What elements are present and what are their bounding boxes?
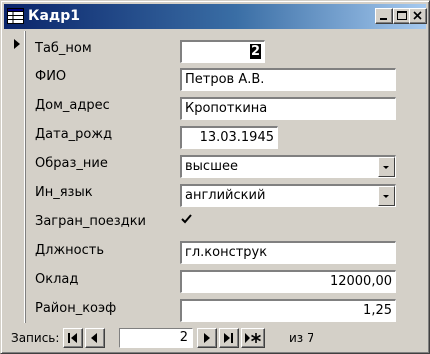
field-label-dom-adres: Дом_адрес bbox=[35, 98, 110, 113]
new-record-icon bbox=[245, 333, 261, 343]
chevron-down-icon bbox=[383, 195, 389, 198]
form-window: Кадр1 Таб_ном 2 ФИО Петров А.В. Дом_адре… bbox=[0, 0, 430, 354]
field-label-data-rozhd: Дата_рожд bbox=[35, 127, 113, 142]
field-label-in-yazyk: Ин_язык bbox=[35, 185, 93, 200]
close-button[interactable] bbox=[409, 8, 427, 24]
in-yazyk-combo[interactable]: английский bbox=[180, 184, 396, 207]
last-record-icon bbox=[224, 333, 233, 343]
title-bar[interactable]: Кадр1 bbox=[4, 4, 427, 29]
record-selector[interactable] bbox=[5, 31, 26, 323]
record-label: Запись: bbox=[11, 331, 60, 345]
field-label-zagran-poezdki: Загран_поездки bbox=[35, 214, 147, 229]
data-rozhd-input[interactable]: 13.03.1945 bbox=[180, 126, 278, 149]
current-record-arrow-icon bbox=[14, 39, 20, 49]
dolzhnost-input[interactable]: гл.конструк bbox=[180, 241, 396, 264]
window-title: Кадр1 bbox=[28, 8, 80, 24]
obraz-nie-dropdown-button[interactable] bbox=[378, 157, 395, 177]
prev-record-button[interactable] bbox=[85, 328, 105, 348]
prev-record-icon bbox=[91, 333, 97, 343]
horizontal-scroll-area bbox=[313, 328, 425, 348]
zagran-poezdki-checkbox[interactable] bbox=[180, 211, 193, 224]
last-record-button[interactable] bbox=[219, 328, 239, 348]
field-label-tab-nom: Таб_ном bbox=[35, 41, 92, 56]
new-record-button[interactable] bbox=[241, 328, 265, 348]
in-yazyk-value: английский bbox=[185, 188, 266, 203]
first-record-icon bbox=[68, 333, 77, 343]
minimize-icon bbox=[380, 18, 387, 20]
field-label-rayon-koef: Район_коэф bbox=[35, 301, 117, 316]
field-label-fio: ФИО bbox=[35, 69, 67, 84]
maximize-icon bbox=[397, 11, 407, 20]
oklad-input[interactable]: 12000,00 bbox=[180, 270, 396, 293]
tab-nom-input[interactable]: 2 bbox=[180, 40, 265, 63]
record-count: из 7 bbox=[289, 331, 315, 345]
obraz-nie-combo[interactable]: высшее bbox=[180, 155, 396, 178]
rayon-koef-input[interactable]: 1,25 bbox=[180, 299, 396, 322]
minimize-button[interactable] bbox=[375, 8, 393, 24]
field-label-obraz-nie: Образ_ние bbox=[35, 156, 108, 171]
next-record-button[interactable] bbox=[197, 328, 217, 348]
fio-input[interactable]: Петров А.В. bbox=[180, 68, 396, 91]
obraz-nie-value: высшее bbox=[185, 159, 238, 174]
current-record-input[interactable]: 2 bbox=[119, 328, 193, 348]
first-record-button[interactable] bbox=[63, 328, 83, 348]
checkmark-icon bbox=[181, 214, 192, 224]
form-detail-section: Таб_ном 2 ФИО Петров А.В. Дом_адрес Кроп… bbox=[27, 31, 425, 323]
next-record-icon bbox=[204, 333, 210, 343]
datasheet-form-icon[interactable] bbox=[7, 8, 24, 24]
field-label-oklad: Оклад bbox=[35, 272, 79, 287]
record-navigation-bar: Запись: 2 из 7 bbox=[5, 326, 425, 350]
close-icon bbox=[413, 11, 422, 20]
chevron-down-icon bbox=[383, 166, 389, 169]
field-label-dolzhnost: Длжность bbox=[35, 243, 105, 258]
in-yazyk-dropdown-button[interactable] bbox=[378, 186, 395, 206]
dom-adres-input[interactable]: Кропоткина bbox=[180, 97, 396, 120]
